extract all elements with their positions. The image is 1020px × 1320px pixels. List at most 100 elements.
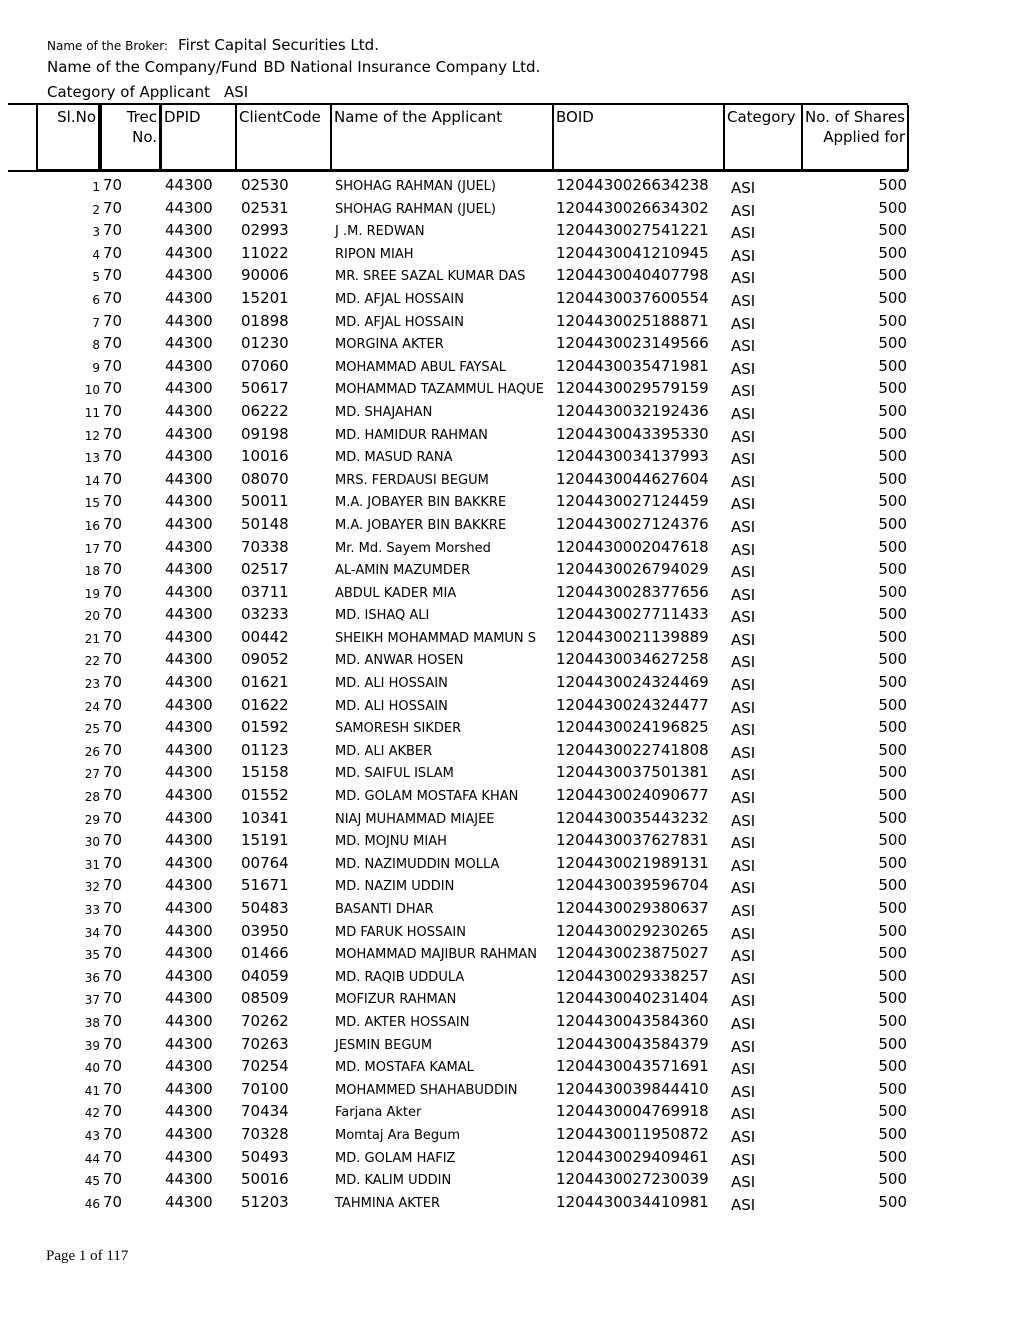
cell-client-code: 10016 <box>241 447 289 466</box>
cell-applicant-name: MD. MOJNU MIAH <box>335 834 447 850</box>
cell-client-code: 70100 <box>241 1079 289 1098</box>
cell-boid: 1204430023149566 <box>556 334 709 353</box>
cell-applicant-name: J .M. REDWAN <box>335 224 425 240</box>
cell-dpid: 44300 <box>165 198 213 217</box>
cell-category: ASI <box>731 337 756 356</box>
table-row: 23 70 44300 01621 MD. ALI HOSSAIN 12044300243… <box>0 671 1020 694</box>
cell-trec-no: 70 <box>103 763 123 782</box>
cell-shares-applied: 500 <box>878 1147 907 1166</box>
cell-boid: 1204430023875027 <box>556 944 709 963</box>
col-header-dpid-text: DPID <box>164 108 201 126</box>
cell-shares-applied: 500 <box>878 266 907 285</box>
cell-boid: 1204430024324477 <box>556 695 709 714</box>
table-row: 38 70 44300 70262 MD. AKTER HOSSAIN 120443004… <box>0 1010 1020 1033</box>
cell-sl-no: 2 <box>92 202 100 217</box>
cell-shares-applied: 500 <box>878 537 907 556</box>
cell-category: ASI <box>731 224 756 243</box>
cell-shares-applied: 500 <box>878 582 907 601</box>
col-header-sl-text: Sl.No <box>57 108 96 126</box>
cell-client-code: 50617 <box>241 379 289 398</box>
cell-shares-applied: 500 <box>878 627 907 646</box>
cell-boid: 1204430025188871 <box>556 311 709 330</box>
cell-category: ASI <box>731 179 756 197</box>
cell-client-code: 50148 <box>241 514 289 533</box>
table-row: 9 70 44300 07060 MOHAMMAD ABUL FAYSAL 1204430… <box>0 355 1020 378</box>
cell-client-code: 02517 <box>241 560 289 579</box>
cell-shares-applied: 500 <box>878 650 907 669</box>
table-row: 10 70 44300 50617 MOHAMMAD TAZAMMUL HAQUE 120… <box>0 377 1020 400</box>
cell-shares-applied: 500 <box>878 288 907 307</box>
cell-dpid: 44300 <box>165 424 213 443</box>
cell-client-code: 70328 <box>241 1124 289 1143</box>
cell-trec-no: 70 <box>103 876 123 895</box>
cell-category: ASI <box>731 743 756 762</box>
cell-client-code: 03711 <box>241 582 289 601</box>
cell-applicant-name: SHOHAG RAHMAN (JUEL) <box>335 201 496 217</box>
cell-sl-no: 8 <box>92 338 100 353</box>
cell-shares-applied: 500 <box>878 763 907 782</box>
col-header-trec-line2: No. <box>132 128 157 146</box>
cell-trec-no: 70 <box>103 921 123 940</box>
cell-sl-no: 19 <box>84 586 100 601</box>
cell-trec-no: 70 <box>103 740 123 759</box>
cell-boid: 1204430029409461 <box>556 1147 709 1166</box>
table-row: 39 70 44300 70263 JESMIN BEGUM 12044300435843… <box>0 1033 1020 1056</box>
table-row: 26 70 44300 01123 MD. ALI AKBER 1204430022741… <box>0 739 1020 762</box>
col-header-category: Category <box>723 105 803 171</box>
cell-sl-no: 33 <box>84 903 100 917</box>
cell-shares-applied: 500 <box>878 718 907 737</box>
cell-trec-no: 70 <box>103 379 123 398</box>
cell-dpid: 44300 <box>165 944 213 963</box>
cell-dpid: 44300 <box>165 718 213 737</box>
category-value: ASI <box>223 83 249 101</box>
cell-applicant-name: MD. ALI HOSSAIN <box>335 698 448 714</box>
cell-boid: 1204430027711433 <box>556 605 709 624</box>
cell-boid: 1204430043584379 <box>556 1034 709 1053</box>
cell-sl-no: 30 <box>84 835 100 850</box>
cell-sl-no: 3 <box>92 225 100 240</box>
cell-dpid: 44300 <box>165 853 213 872</box>
col-header-sl: Sl.No <box>36 105 100 171</box>
cell-trec-no: 70 <box>103 356 123 375</box>
cell-boid: 1204430027230039 <box>556 1170 709 1189</box>
table-row: 5 70 44300 90006 MR. SREE SAZAL KUMAR DAS 120… <box>0 264 1020 287</box>
cell-sl-no: 7 <box>92 315 100 330</box>
cell-dpid: 44300 <box>165 537 213 556</box>
cell-trec-no: 70 <box>103 650 123 669</box>
table-row: 12 70 44300 09198 MD. HAMIDUR RAHMAN 12044300… <box>0 423 1020 446</box>
broker-value: First Capital Securities Ltd. <box>178 36 379 54</box>
cell-category: ASI <box>731 1014 756 1033</box>
cell-shares-applied: 500 <box>878 311 907 330</box>
cell-category: ASI <box>731 1127 756 1146</box>
cell-boid: 1204430011950872 <box>556 1124 709 1143</box>
table-row: 34 70 44300 03950 MD FARUK HOSSAIN 1204430029… <box>0 920 1020 943</box>
cell-category: ASI <box>731 676 756 695</box>
col-header-dpid: DPID <box>160 105 237 171</box>
cell-applicant-name: MORGINA AKTER <box>335 337 444 353</box>
cell-trec-no: 70 <box>103 401 123 420</box>
cell-dpid: 44300 <box>165 288 213 307</box>
cell-dpid: 44300 <box>165 447 213 466</box>
cell-sl-no: 39 <box>84 1038 100 1053</box>
cell-boid: 1204430035471981 <box>556 356 709 375</box>
cell-category: ASI <box>731 314 756 333</box>
cell-category: ASI <box>731 291 756 310</box>
table-row: 40 70 44300 70254 MD. MOSTAFA KAMAL 120443004… <box>0 1055 1020 1078</box>
cell-boid: 1204430040407798 <box>556 266 709 285</box>
cell-dpid: 44300 <box>165 334 213 353</box>
cell-boid: 1204430043395330 <box>556 424 709 443</box>
cell-category: ASI <box>731 246 756 265</box>
broker-label: Name of the Broker: <box>47 39 169 53</box>
cell-client-code: 15158 <box>241 763 289 782</box>
cell-dpid: 44300 <box>165 673 213 692</box>
cell-sl-no: 14 <box>84 473 100 488</box>
cell-shares-applied: 500 <box>878 514 907 533</box>
cell-boid: 1204430024324469 <box>556 673 709 692</box>
cell-dpid: 44300 <box>165 831 213 850</box>
cell-dpid: 44300 <box>165 808 213 827</box>
cell-applicant-name: JESMIN BEGUM <box>335 1037 433 1053</box>
cell-shares-applied: 500 <box>878 1170 907 1189</box>
cell-shares-applied: 500 <box>878 1102 907 1121</box>
cell-client-code: 50011 <box>241 492 289 511</box>
cell-trec-no: 70 <box>103 514 123 533</box>
